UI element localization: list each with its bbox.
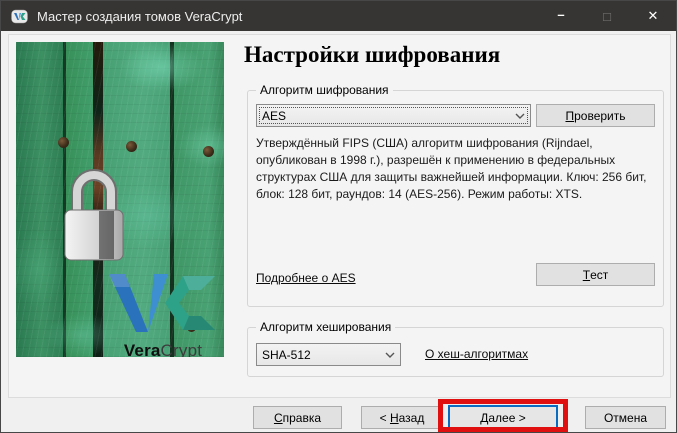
content-frame: VeraCrypt Настройки шифрования Алгоритм … — [8, 34, 671, 398]
veracrypt-logo: VeraCrypt — [104, 272, 222, 357]
back-button[interactable]: < Назад — [361, 406, 443, 429]
encryption-algorithm-value: AES — [257, 109, 510, 123]
cancel-button[interactable]: Отмена — [585, 406, 666, 429]
encryption-algorithm-group: Алгоритм шифрования AES Проверить Утверж… — [247, 90, 664, 307]
window-title: Мастер создания томов VeraCrypt — [37, 9, 242, 24]
test-button[interactable]: Тест — [536, 263, 655, 286]
nail — [203, 146, 214, 157]
maximize-button: □ — [584, 1, 630, 31]
chevron-down-icon[interactable] — [510, 113, 530, 119]
verify-button[interactable]: Проверить — [536, 104, 655, 127]
nail — [126, 141, 137, 152]
more-about-aes-link[interactable]: Подробнее о AES — [256, 271, 356, 285]
minimize-button[interactable]: – — [538, 1, 584, 31]
hash-algorithms-link[interactable]: О хеш-алгоритмах — [425, 347, 528, 361]
encryption-algorithm-select[interactable]: AES — [256, 104, 531, 127]
veracrypt-monogram-icon — [107, 272, 219, 334]
hash-algorithm-group: Алгоритм хеширования SHA-512 О хеш-алгор… — [247, 327, 664, 377]
padlock-icon — [63, 160, 125, 262]
veracrypt-wordmark: VeraCrypt — [104, 341, 222, 357]
hash-algorithm-value: SHA-512 — [257, 348, 380, 362]
encryption-group-label: Алгоритм шифрования — [256, 83, 393, 97]
veracrypt-wizard-window: Мастер создания томов VeraCrypt – □ ✕ — [0, 0, 677, 433]
hash-group-label: Алгоритм хеширования — [256, 320, 395, 334]
algorithm-description: Утверждённый FIPS (США) алгоритм шифрова… — [256, 135, 657, 203]
hash-algorithm-select[interactable]: SHA-512 — [256, 343, 401, 366]
help-button[interactable]: Справка — [253, 406, 342, 429]
page-title: Настройки шифрования — [244, 42, 500, 68]
door-lock-image: VeraCrypt — [16, 42, 224, 357]
next-button[interactable]: Далее > — [448, 405, 558, 430]
nail — [58, 137, 69, 148]
close-button[interactable]: ✕ — [630, 1, 676, 31]
titlebar: Мастер создания томов VeraCrypt – □ ✕ — [1, 1, 676, 31]
chevron-down-icon[interactable] — [380, 352, 400, 358]
window-controls: – □ ✕ — [538, 1, 676, 31]
veracrypt-app-icon — [11, 8, 28, 25]
